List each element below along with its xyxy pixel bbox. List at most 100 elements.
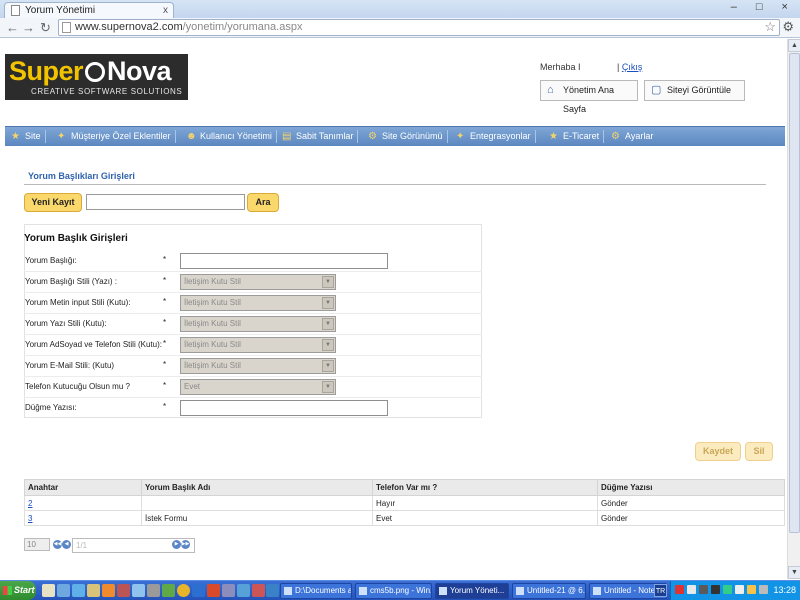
page-size-select[interactable]: 10 [24,538,50,551]
taskbar-task[interactable]: cms5b.png - Win... [355,583,432,599]
record-key-link[interactable]: 3 [28,514,32,523]
first-page-icon[interactable]: ◀◀ [53,540,62,549]
vertical-scrollbar[interactable]: ▲ ▼ [787,39,800,579]
field-label: Yorum AdSoyad ve Telefon Stili (Kutu): [25,340,162,349]
taskbar-task-active[interactable]: Yorum Yöneti... [435,583,509,599]
menu-item-site-appearance[interactable]: ⚙ Site Görünümü [368,127,448,146]
field-label: Düğme Yazısı: [25,403,77,412]
button-text-input[interactable] [180,400,388,416]
back-icon[interactable]: ← [6,20,19,35]
url-path: /yonetim/yorumana.aspx [182,21,303,33]
scroll-up-icon[interactable]: ▲ [788,39,800,52]
quicklaunch-icon[interactable] [42,584,55,597]
tray-icon[interactable] [723,585,732,594]
delete-button[interactable]: Sil [745,442,773,461]
quicklaunch-icon[interactable] [72,584,85,597]
menu-item-settings[interactable]: ⚙ Ayarlar [611,127,653,146]
logout-link[interactable]: Çıkış [622,62,643,72]
scroll-thumb[interactable] [789,53,800,533]
tray-icon[interactable] [699,585,708,594]
view-site-button[interactable]: ▢ Siteyi Görüntüle [644,80,745,101]
quicklaunch-icon[interactable] [192,584,205,597]
user-icon: ☻ [186,131,197,142]
reload-icon[interactable]: ↻ [40,20,51,36]
gear-icon: ⚙ [611,131,620,142]
phone-box-select[interactable]: Evet ▼ [180,379,336,395]
start-button[interactable]: Start [0,581,36,600]
clock: 13:28 [773,585,796,595]
column-header[interactable]: Yorum Başlık Adı [141,479,373,496]
admin-home-button[interactable]: ⌂ Yönetim Ana Sayfa [540,80,638,114]
record-key-link[interactable]: 2 [28,499,32,508]
tray-icon[interactable] [711,585,720,594]
title-input[interactable] [180,253,388,269]
required-mark: * [163,339,167,348]
taskbar-task[interactable]: D:\Documents a... [280,583,352,599]
quicklaunch-icon[interactable] [147,584,160,597]
bookmark-star-icon[interactable]: ☆ [764,19,776,35]
search-input[interactable] [86,194,245,210]
required-mark: * [163,360,167,369]
language-indicator[interactable]: TR [654,584,667,597]
quicklaunch-icon[interactable] [57,584,70,597]
tray-icon[interactable] [735,585,744,594]
column-header[interactable]: Düğme Yazısı [597,479,785,496]
form-row-phone-box: Telefon Kutucuğu Olsun mu ? * Evet ▼ [24,377,482,398]
menu-item-site[interactable]: ★ Site [11,127,46,146]
tray-icon[interactable] [759,585,768,594]
chevron-down-icon: ▼ [322,276,334,288]
quicklaunch-icon[interactable] [132,584,145,597]
user-greeting: Merhaba I | Çıkış [540,62,643,72]
quicklaunch-icon[interactable] [252,584,265,597]
window-controls[interactable]: – □ × [731,1,796,13]
logo-tagline: CREATIVE SOFTWARE SOLUTIONS [31,87,183,96]
column-header[interactable]: Anahtar [24,479,142,496]
tray-icon[interactable] [687,585,696,594]
address-bar[interactable]: www.supernova2.com/yonetim/yorumana.aspx [58,19,780,36]
star-icon: ★ [549,131,558,142]
quicklaunch-icon[interactable] [117,584,130,597]
search-button[interactable]: Ara [247,193,279,212]
field-label: Yorum Başlığı Stili (Yazı) : [25,277,118,286]
quicklaunch-icon[interactable] [237,584,250,597]
quicklaunch-icon[interactable] [222,584,235,597]
scroll-down-icon[interactable]: ▼ [788,566,800,579]
save-button[interactable]: Kaydet [695,442,741,461]
wrench-icon[interactable]: ⚙ [782,19,794,35]
records-table: Anahtar Yorum Başlık Adı Telefon Var mı … [24,479,785,526]
tab-title: Yorum Yönetimi [25,5,96,16]
new-record-button[interactable]: Yeni Kayıt [24,193,82,212]
tab-close-icon[interactable]: x [163,3,168,18]
menu-item-ecommerce[interactable]: ★ E-Ticaret [549,127,605,146]
form-row-button-text: Düğme Yazısı: * [24,398,482,419]
tray-icon[interactable] [747,585,756,594]
menu-item-integrations[interactable]: ✦ Entegrasyonlar [456,127,536,146]
chevron-down-icon: ▼ [322,297,334,309]
quicklaunch-icon[interactable] [207,584,220,597]
forward-icon[interactable]: → [22,20,35,35]
email-style-select[interactable]: İletişim Kutu Stil ▼ [180,358,336,374]
quicklaunch-icon[interactable] [177,584,190,597]
title-style-select[interactable]: İletişim Kutu Stil ▼ [180,274,336,290]
quicklaunch-icon[interactable] [266,584,279,597]
name-phone-style-select[interactable]: İletişim Kutu Stil ▼ [180,337,336,353]
browser-tab[interactable]: Yorum Yönetimi x [4,2,174,18]
prev-page-icon[interactable]: ◀ [62,540,71,549]
quicklaunch-icon[interactable] [162,584,175,597]
supernova-logo[interactable]: Super Nova CREATIVE SOFTWARE SOLUTIONS [5,54,188,100]
last-page-icon[interactable]: ▶▶ [181,540,190,549]
quicklaunch-icon[interactable] [102,584,115,597]
menu-item-custom-plugins[interactable]: ✦ Müşteriye Özel Eklentiler [57,127,176,146]
quicklaunch-icon[interactable] [87,584,100,597]
text-input-style-select[interactable]: İletişim Kutu Stil ▼ [180,295,336,311]
form-title: Yorum Başlık Girişleri [24,233,128,244]
browser-toolbar: ← → ↻ www.supernova2.com/yonetim/yoruman… [0,18,800,38]
tray-icon[interactable] [675,585,684,594]
comment-style-select[interactable]: İletişim Kutu Stil ▼ [180,316,336,332]
column-header[interactable]: Telefon Var mı ? [372,479,598,496]
table-cell: İstek Formu [141,510,373,526]
menu-item-fixed-definitions[interactable]: ▤ Sabit Tanımlar [282,127,359,146]
next-page-icon[interactable]: ▶ [172,540,181,549]
menu-item-user-management[interactable]: ☻ Kullanıcı Yönetimi [186,127,277,146]
taskbar-task[interactable]: Untitled-21 @ 6... [512,583,586,599]
